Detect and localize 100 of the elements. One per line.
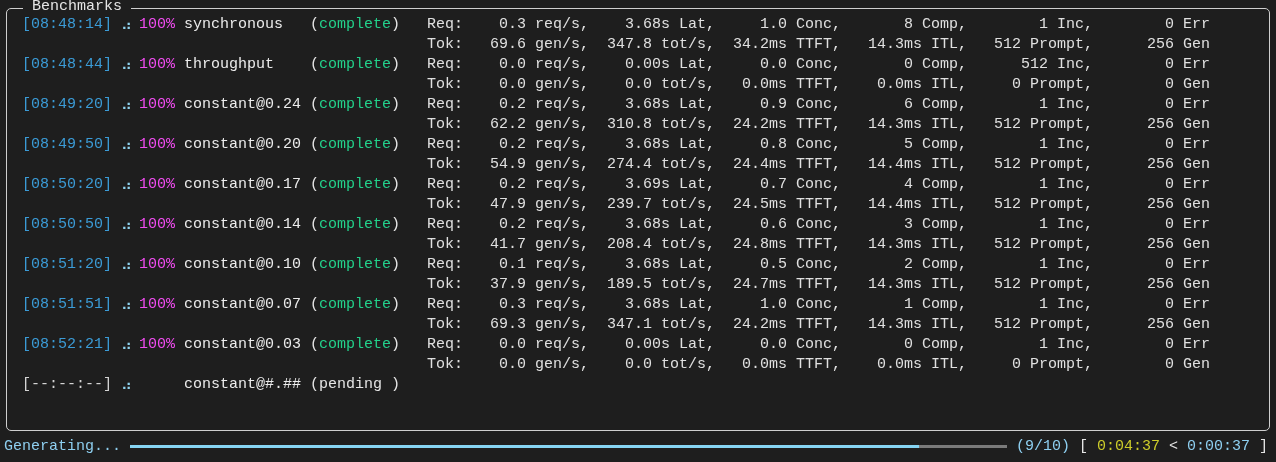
benchmark-name: constant@#.## bbox=[184, 375, 303, 395]
stat-value: 512 Prompt, bbox=[993, 115, 1093, 135]
stat-value: 0.3 req/s, bbox=[499, 295, 589, 315]
stat-value: 0.0ms TTFT, bbox=[741, 75, 841, 95]
stat-value: 14.4ms ITL, bbox=[867, 195, 967, 215]
status-text: (complete) bbox=[310, 135, 401, 155]
stat-value: 0 Err bbox=[1165, 335, 1210, 355]
stat-value: 0.7 Conc, bbox=[760, 175, 841, 195]
percent-text: 100% bbox=[139, 16, 175, 33]
req-label: Req: bbox=[427, 255, 463, 275]
spinner-icon: ⠴ bbox=[121, 255, 139, 275]
timestamp: [--:--:--] bbox=[22, 375, 113, 395]
stat-value: 0 Err bbox=[1165, 295, 1210, 315]
stat-value: 24.7ms TTFT, bbox=[732, 275, 841, 295]
timestamp: [08:52:21] bbox=[22, 335, 113, 355]
stat-value: 347.1 tot/s, bbox=[606, 315, 715, 335]
stat-value: 0.2 req/s, bbox=[499, 135, 589, 155]
tok-label: Tok: bbox=[427, 235, 463, 255]
stat-value: 512 Prompt, bbox=[993, 275, 1093, 295]
stat-value: 4 Comp, bbox=[904, 175, 967, 195]
status-text: (pending ) bbox=[310, 375, 401, 395]
timestamp: [08:50:20] bbox=[22, 175, 113, 195]
stat-value: 0.0 req/s, bbox=[499, 55, 589, 75]
stat-value: 1 Inc, bbox=[1039, 295, 1093, 315]
stat-value: 0.0 tot/s, bbox=[625, 75, 715, 95]
benchmark-name: constant@0.10 bbox=[184, 255, 303, 275]
bracket-text: ] bbox=[1259, 436, 1268, 457]
stat-value: 256 Gen bbox=[1147, 195, 1210, 215]
status-text: (complete) bbox=[310, 55, 401, 75]
stat-value: 0.3 req/s, bbox=[499, 15, 589, 35]
req-label: Req: bbox=[427, 15, 463, 35]
stat-value: 512 Prompt, bbox=[993, 235, 1093, 255]
req-label: Req: bbox=[427, 135, 463, 155]
stat-value: 256 Gen bbox=[1147, 235, 1210, 255]
stat-value: 69.3 gen/s, bbox=[489, 315, 589, 335]
stat-value: 3.68s Lat, bbox=[625, 295, 715, 315]
status-text: (complete) bbox=[310, 215, 401, 235]
stat-value: 34.2ms TTFT, bbox=[732, 35, 841, 55]
stat-value: 0.00s Lat, bbox=[625, 55, 715, 75]
stat-value: 1 Inc, bbox=[1039, 95, 1093, 115]
stat-value: 69.6 gen/s, bbox=[489, 35, 589, 55]
stat-value: 256 Gen bbox=[1147, 275, 1210, 295]
stat-value: 24.2ms TTFT, bbox=[732, 315, 841, 335]
stat-value: 1.0 Conc, bbox=[760, 15, 841, 35]
stat-value: 1 Inc, bbox=[1039, 15, 1093, 35]
stat-value: 0.9 Conc, bbox=[760, 95, 841, 115]
percent-text: 100% bbox=[139, 136, 175, 153]
tok-label: Tok: bbox=[427, 355, 463, 375]
stat-value: 54.9 gen/s, bbox=[489, 155, 589, 175]
stat-value: 0 Err bbox=[1165, 15, 1210, 35]
stat-value: 0.0ms TTFT, bbox=[741, 355, 841, 375]
tok-label: Tok: bbox=[427, 315, 463, 335]
stat-value: 0.0 gen/s, bbox=[499, 75, 589, 95]
timestamp: [08:49:50] bbox=[22, 135, 113, 155]
stat-value: 5 Comp, bbox=[904, 135, 967, 155]
separator-text: < bbox=[1168, 436, 1178, 457]
spinner-icon: ⠴ bbox=[121, 55, 139, 75]
spinner-icon: ⠴ bbox=[121, 135, 139, 155]
stat-value: 0.8 Conc, bbox=[760, 135, 841, 155]
stat-value: 14.3ms ITL, bbox=[867, 115, 967, 135]
req-label: Req: bbox=[427, 55, 463, 75]
elapsed-time: 0:04:37 bbox=[1096, 436, 1160, 457]
stat-value: 0.2 req/s, bbox=[499, 175, 589, 195]
stat-value: 0.0 tot/s, bbox=[625, 355, 715, 375]
stat-value: 1 Inc, bbox=[1039, 175, 1093, 195]
stat-value: 0.6 Conc, bbox=[760, 215, 841, 235]
stat-value: 3.68s Lat, bbox=[625, 95, 715, 115]
tok-label: Tok: bbox=[427, 115, 463, 135]
stat-value: 37.9 gen/s, bbox=[489, 275, 589, 295]
tok-label: Tok: bbox=[427, 35, 463, 55]
spinner-icon: ⠴ bbox=[121, 215, 139, 235]
req-label: Req: bbox=[427, 215, 463, 235]
percent-text: 100% bbox=[139, 216, 175, 233]
stat-value: 1 Inc, bbox=[1039, 335, 1093, 355]
stat-value: 0.0ms ITL, bbox=[877, 75, 967, 95]
status-text: (complete) bbox=[310, 295, 401, 315]
stat-value: 256 Gen bbox=[1147, 35, 1210, 55]
stat-value: 347.8 tot/s, bbox=[606, 35, 715, 55]
timestamp: [08:49:20] bbox=[22, 95, 113, 115]
stat-value: 3.68s Lat, bbox=[625, 215, 715, 235]
percent-text: 100% bbox=[139, 256, 175, 273]
remaining-time: 0:00:37 bbox=[1186, 436, 1250, 457]
stat-value: 0.0 Conc, bbox=[760, 55, 841, 75]
status-text: (complete) bbox=[310, 95, 401, 115]
status-label: Generating... bbox=[4, 436, 122, 457]
stat-value: 24.8ms TTFT, bbox=[732, 235, 841, 255]
timestamp: [08:48:14] bbox=[22, 15, 113, 35]
stat-value: 1.0 Conc, bbox=[760, 295, 841, 315]
stat-value: 6 Comp, bbox=[904, 95, 967, 115]
stat-value: 0 Prompt, bbox=[1012, 355, 1093, 375]
stat-value: 8 Comp, bbox=[904, 15, 967, 35]
stat-value: 512 Inc, bbox=[1021, 55, 1093, 75]
stat-value: 0.2 req/s, bbox=[499, 95, 589, 115]
stat-value: 24.4ms TTFT, bbox=[732, 155, 841, 175]
stat-value: 512 Prompt, bbox=[993, 35, 1093, 55]
stat-value: 0 Err bbox=[1165, 215, 1210, 235]
stat-value: 14.4ms ITL, bbox=[867, 155, 967, 175]
stat-value: 0 Err bbox=[1165, 255, 1210, 275]
stat-value: 0 Comp, bbox=[904, 55, 967, 75]
progress-count: (9/10) bbox=[1015, 436, 1070, 457]
